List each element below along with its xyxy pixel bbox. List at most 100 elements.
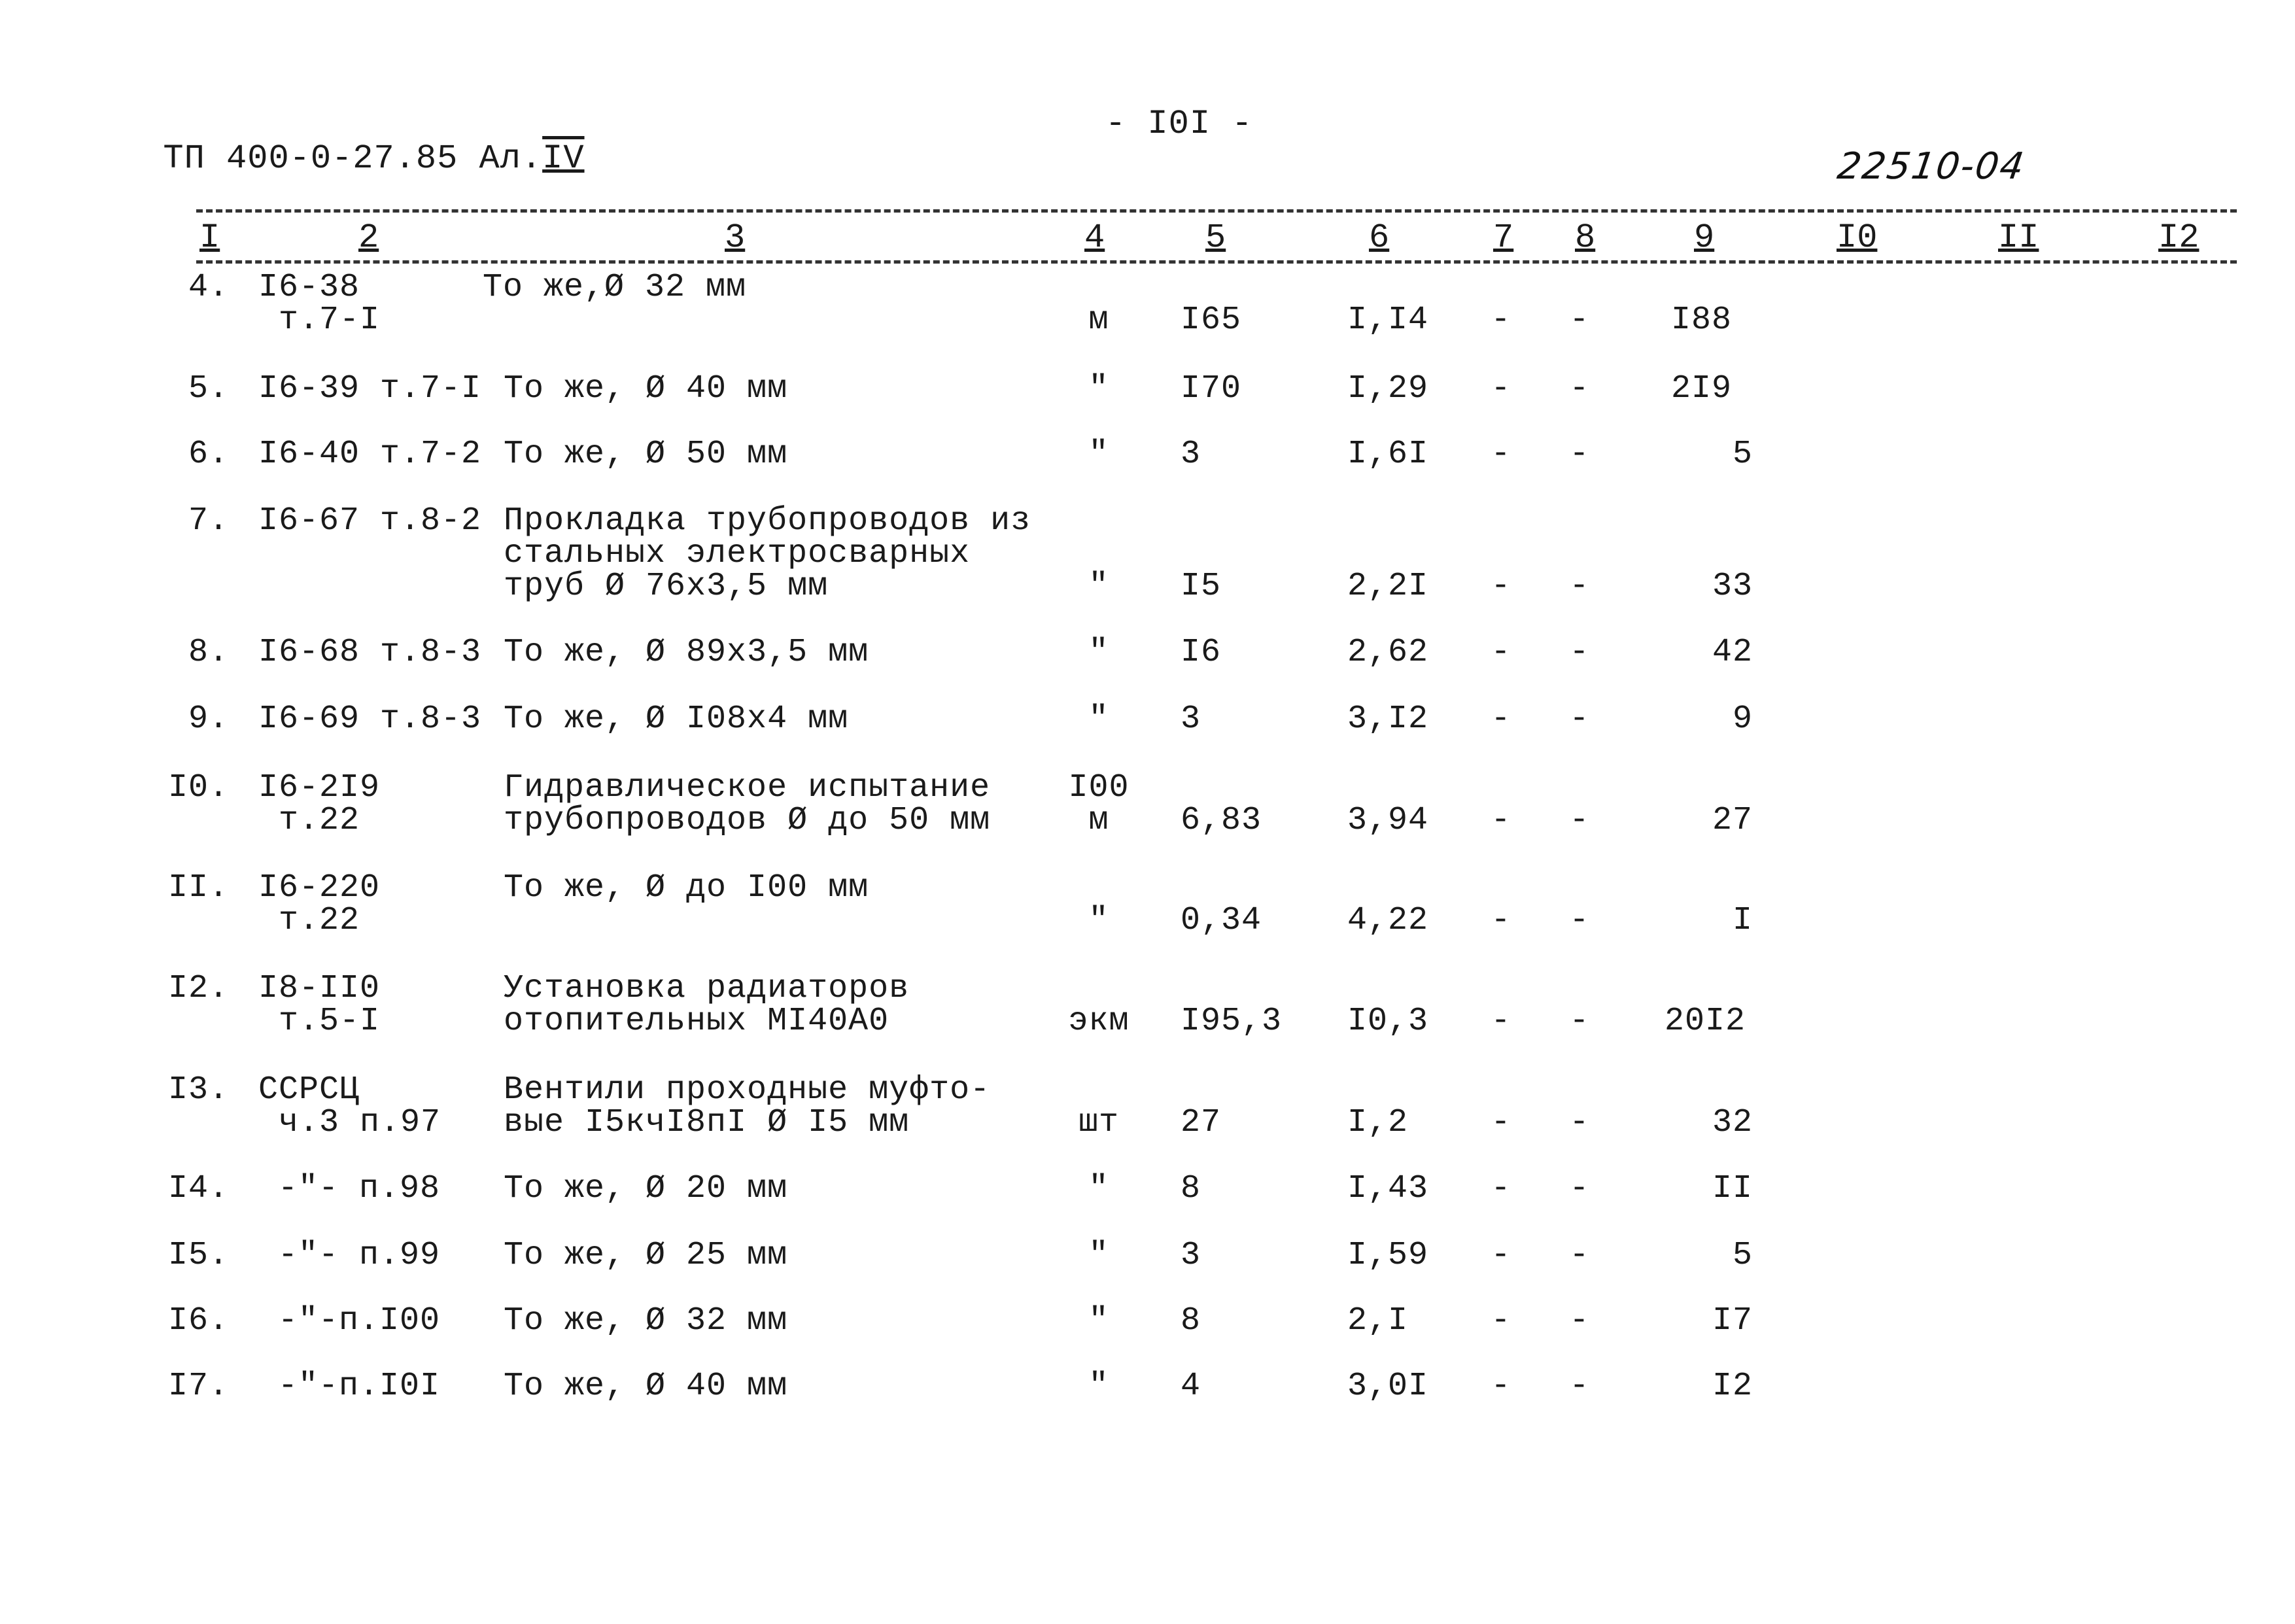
row-number: I5. [167,1237,229,1274]
unit-price: 3,0I [1347,1368,1429,1405]
column-8-value: - [1569,370,1590,407]
work-description: То же, Ø 89х3,5 мм [504,634,869,671]
total-cost: I2 [1712,1368,1753,1405]
norm-code: I6-68 т.8-3 [258,634,482,671]
unit: " [1088,1368,1109,1405]
column-7-value: - [1491,370,1511,407]
quantity: 8 [1181,1302,1201,1339]
row-number: I2. [167,970,229,1007]
work-description: То же, Ø 40 мм [504,1368,788,1405]
work-description: То же, Ø 50 мм [504,436,788,473]
column-7-value: - [1491,1003,1511,1040]
total-cost: I7 [1712,1302,1753,1339]
work-description: Гидравлическое испытание трубопроводов Ø… [504,769,991,839]
handwritten-code: 22510-04 [1835,145,2028,188]
norm-code: I8-II0 т.5-I [258,970,381,1040]
column-8-value: - [1569,902,1590,939]
row-number: I3. [167,1071,229,1109]
quantity: I70 [1181,370,1242,407]
column-8-value: - [1569,1104,1590,1141]
unit: " [1088,436,1109,473]
work-description: Установка радиаторов отопительных МI40А0 [504,970,910,1040]
work-description: То же,Ø 32 мм [483,269,747,306]
total-cost: 20I2 [1665,1003,1746,1040]
quantity: 8 [1181,1170,1201,1207]
page-number: - I0I - [1105,105,1253,143]
row-number: II. [167,869,229,907]
quantity: I65 [1181,302,1242,339]
row-number: 8. [188,634,229,671]
unit: " [1088,902,1109,939]
column-header: 5 [1205,218,1226,257]
document-code: ТП 400-0-27.85 Ал.IV [121,110,585,178]
column-7-value: - [1491,1237,1511,1274]
unit: м [1088,302,1109,339]
norm-code: -"- п.99 [278,1237,441,1274]
total-cost: 5 [1732,436,1753,473]
quantity: 0,34 [1181,902,1262,939]
row-number: 5. [188,370,229,407]
column-header: 6 [1369,218,1390,257]
column-7-value: - [1491,634,1511,671]
total-cost: 32 [1712,1104,1753,1141]
work-description: То же, Ø 32 мм [504,1302,788,1339]
norm-code: I6-2I9 т.22 [258,769,381,839]
unit-price: 3,I2 [1347,700,1429,738]
work-description: Прокладка трубопроводов из стальных элек… [504,502,1031,605]
unit-price: I,2 [1347,1104,1409,1141]
column-7-value: - [1491,1170,1511,1207]
unit-price: I,59 [1347,1237,1429,1274]
total-cost: 33 [1712,568,1753,605]
quantity: 3 [1181,436,1201,473]
quantity: 3 [1181,1237,1201,1274]
unit-price: 2,I [1347,1302,1409,1339]
column-header: 4 [1084,218,1105,257]
column-7-value: - [1491,1368,1511,1405]
unit: шт [1078,1104,1119,1141]
norm-code: I6-40 т.7-2 [258,436,482,473]
unit: " [1088,1170,1109,1207]
work-description: То же, Ø 25 мм [504,1237,788,1274]
work-description: То же, Ø до I00 мм [504,869,869,907]
unit: I00 м [1068,769,1130,839]
column-7-value: - [1491,902,1511,939]
work-description: То же, Ø 40 мм [504,370,788,407]
row-number: 7. [188,502,229,540]
column-header: 3 [725,218,746,257]
norm-code: I6-220 т.22 [258,869,381,939]
norm-code: ССРСЦ ч.3 п.97 [258,1071,441,1141]
column-7-value: - [1491,1302,1511,1339]
row-number: I0. [167,769,229,806]
unit: " [1088,1302,1109,1339]
row-number: 9. [188,700,229,738]
header-bottom-rule [196,260,2237,264]
norm-code: I6-39 т.7-I [258,370,482,407]
column-8-value: - [1569,436,1590,473]
total-cost: 5 [1732,1237,1753,1274]
column-8-value: - [1569,1368,1590,1405]
row-number: 6. [188,436,229,473]
unit-price: I,29 [1347,370,1429,407]
column-7-value: - [1491,302,1511,339]
header-top-rule [196,209,2237,213]
unit-price: 2,2I [1347,568,1429,605]
norm-code: -"-п.I00 [278,1302,441,1339]
unit-price: I,I4 [1347,302,1429,339]
unit-price: I,43 [1347,1170,1429,1207]
column-7-value: - [1491,436,1511,473]
norm-code: -"-п.I0I [278,1368,441,1405]
column-7-value: - [1491,700,1511,738]
work-description: То же, Ø I08х4 мм [504,700,849,738]
unit-price: I0,3 [1347,1003,1429,1040]
unit-price: 3,94 [1347,802,1429,839]
column-header: I0 [1837,218,1878,257]
album-number: IV [542,139,585,178]
column-8-value: - [1569,700,1590,738]
total-cost: 27 [1712,802,1753,839]
column-8-value: - [1569,802,1590,839]
total-cost: 9 [1732,700,1753,738]
doc-code-text: ТП 400-0-27.85 Ал. [163,139,543,178]
row-number: I4. [167,1170,229,1207]
column-8-value: - [1569,568,1590,605]
quantity: I6 [1181,634,1222,671]
